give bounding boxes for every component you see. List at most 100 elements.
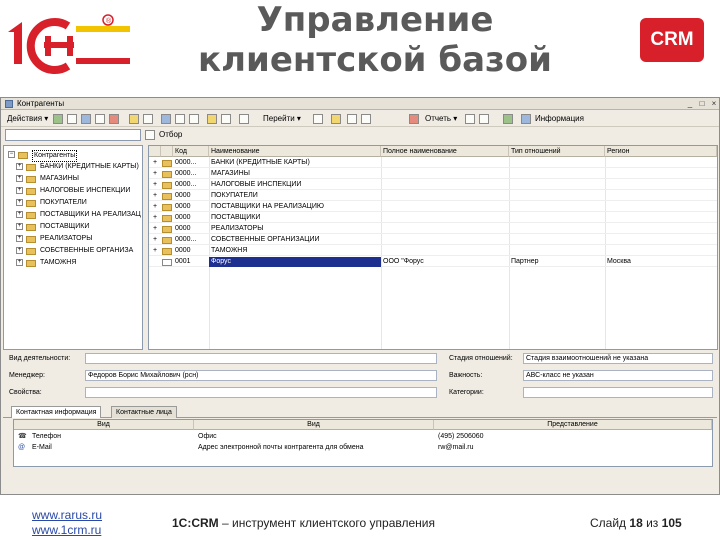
- cell-code[interactable]: 0000: [173, 213, 209, 223]
- grid-header-name[interactable]: Наименование: [209, 146, 381, 157]
- cell-code[interactable]: 0000...: [173, 235, 209, 245]
- cell-fullname[interactable]: [381, 180, 509, 190]
- grid-header-region[interactable]: Регион: [605, 146, 717, 157]
- filter-by-value-icon[interactable]: [175, 114, 185, 124]
- expand-icon[interactable]: +: [151, 158, 161, 168]
- add-group-icon[interactable]: [67, 114, 77, 124]
- table-row[interactable]: +0000... СОБСТВЕННЫЕ ОРГАНИЗАЦИИ: [149, 235, 717, 245]
- expand-icon[interactable]: +: [151, 191, 161, 201]
- cell-code[interactable]: 0000...: [173, 169, 209, 179]
- tree-item[interactable]: + ПОСТАВЩИКИ НА РЕАЛИЗАЦ: [4, 210, 142, 220]
- cell-name[interactable]: НАЛОГОВЫЕ ИНСПЕКЦИИ: [209, 180, 381, 190]
- mail-icon[interactable]: [347, 114, 357, 124]
- expand-icon[interactable]: +: [16, 187, 23, 194]
- tree-item[interactable]: + БАНКИ (КРЕДИТНЫЕ КАРТЫ): [4, 162, 142, 172]
- grid-header-code[interactable]: Код: [173, 146, 209, 157]
- contacts-header-kind[interactable]: Вид: [14, 420, 194, 430]
- cell-fullname[interactable]: [381, 191, 509, 201]
- table-row[interactable]: +0000... БАНКИ (КРЕДИТНЫЕ КАРТЫ): [149, 158, 717, 168]
- cell-code[interactable]: 0000: [173, 191, 209, 201]
- cell-region[interactable]: [605, 202, 717, 212]
- expand-icon[interactable]: +: [151, 202, 161, 212]
- cell-type[interactable]: Партнер: [509, 257, 605, 267]
- footer-link-rarus[interactable]: www.rarus.ru: [32, 508, 102, 522]
- expand-icon[interactable]: +: [151, 224, 161, 234]
- table-row[interactable]: +0000 ПОКУПАТЕЛИ: [149, 191, 717, 201]
- table-row[interactable]: ☎ Телефон Офис (495) 2506060: [14, 432, 712, 442]
- cell-name[interactable]: РЕАЛИЗАТОРЫ: [209, 224, 381, 234]
- contact-cell-type[interactable]: Офис: [196, 432, 432, 442]
- tab-contact-info[interactable]: Контактная информация: [11, 406, 102, 418]
- cell-region[interactable]: [605, 191, 717, 201]
- cell-name[interactable]: ПОСТАВЩИКИ: [209, 213, 381, 223]
- table-row[interactable]: +0000 ПОСТАВЩИКИ: [149, 213, 717, 223]
- filter-button[interactable]: Отбор: [159, 129, 182, 141]
- tree-search-input[interactable]: [5, 129, 141, 141]
- contact-cell-kind[interactable]: Телефон: [30, 432, 190, 442]
- tree-item[interactable]: + ТАМОЖНЯ: [4, 258, 142, 268]
- cell-name[interactable]: ПОКУПАТЕЛИ: [209, 191, 381, 201]
- contacts-header-type[interactable]: Вид: [194, 420, 434, 430]
- manager-field[interactable]: Федоров Борис Михайлович (рсн): [85, 370, 437, 381]
- edit-icon[interactable]: [95, 114, 105, 124]
- cell-fullname[interactable]: [381, 169, 509, 179]
- expand-icon[interactable]: +: [151, 169, 161, 179]
- contact-cell-type[interactable]: Адрес электронной почты контрагента для …: [196, 443, 432, 453]
- expand-icon[interactable]: +: [16, 211, 23, 218]
- filter-icon[interactable]: [161, 114, 171, 124]
- cell-name[interactable]: Форус: [209, 257, 381, 267]
- grid-header-fullname[interactable]: Полное наименование: [381, 146, 509, 157]
- importance-field[interactable]: АВС-класс не указан: [523, 370, 713, 381]
- cell-name[interactable]: ТАМОЖНЯ: [209, 246, 381, 256]
- cell-code[interactable]: 0000: [173, 202, 209, 212]
- expand-icon[interactable]: +: [16, 175, 23, 182]
- delete-icon[interactable]: [109, 114, 119, 124]
- expand-icon[interactable]: +: [16, 199, 23, 206]
- cell-name[interactable]: БАНКИ (КРЕДИТНЫЕ КАРТЫ): [209, 158, 381, 168]
- info-button[interactable]: Информация: [535, 113, 584, 125]
- expand-icon[interactable]: +: [151, 246, 161, 256]
- expand-icon[interactable]: +: [16, 259, 23, 266]
- cell-region[interactable]: [605, 213, 717, 223]
- grid-header-type[interactable]: Тип отношений: [509, 146, 605, 157]
- contact-cell-value[interactable]: (495) 2506060: [436, 432, 706, 442]
- cell-fullname[interactable]: [381, 158, 509, 168]
- expand-icon[interactable]: +: [151, 213, 161, 223]
- tree-item[interactable]: − Контрагенты: [4, 150, 142, 162]
- print-icon[interactable]: [313, 114, 323, 124]
- tree-item[interactable]: + ПОСТАВЩИКИ: [4, 222, 142, 232]
- maximize-icon[interactable]: □: [697, 99, 707, 108]
- refresh-icon[interactable]: [239, 114, 249, 124]
- tree-item[interactable]: + МАГАЗИНЫ: [4, 174, 142, 184]
- cell-type[interactable]: [509, 158, 605, 168]
- history-icon[interactable]: [361, 114, 371, 124]
- cell-code[interactable]: 0000: [173, 246, 209, 256]
- sort-desc-icon[interactable]: [221, 114, 231, 124]
- cell-region[interactable]: [605, 224, 717, 234]
- activity-field[interactable]: [85, 353, 437, 364]
- cell-type[interactable]: [509, 213, 605, 223]
- cell-fullname[interactable]: ООО "Форус: [381, 257, 509, 267]
- table-row[interactable]: 0001 Форус ООО "Форус Партнер Москва: [149, 257, 717, 267]
- search-icon[interactable]: [145, 130, 155, 140]
- expand-icon[interactable]: +: [151, 235, 161, 245]
- cell-region[interactable]: [605, 169, 717, 179]
- expand-icon[interactable]: +: [16, 235, 23, 242]
- cell-name[interactable]: МАГАЗИНЫ: [209, 169, 381, 179]
- expand-icon[interactable]: +: [16, 247, 23, 254]
- table-row[interactable]: +0000 ПОСТАВЩИКИ НА РЕАЛИЗАЦИЮ: [149, 202, 717, 212]
- filter-off-icon[interactable]: [189, 114, 199, 124]
- expand-icon[interactable]: +: [16, 223, 23, 230]
- table-row[interactable]: +0000 РЕАЛИЗАТОРЫ: [149, 224, 717, 234]
- cell-type[interactable]: [509, 202, 605, 212]
- hierarchy-icon[interactable]: [129, 114, 139, 124]
- cell-code[interactable]: 0000: [173, 224, 209, 234]
- tree-item[interactable]: + НАЛОГОВЫЕ ИНСПЕКЦИИ: [4, 186, 142, 196]
- tab-contact-persons[interactable]: Контактные лица: [111, 406, 177, 418]
- expand-icon[interactable]: +: [151, 180, 161, 190]
- cell-region[interactable]: [605, 246, 717, 256]
- calendar-icon[interactable]: [465, 114, 475, 124]
- help-icon[interactable]: [331, 114, 341, 124]
- table-icon[interactable]: [479, 114, 489, 124]
- add-icon[interactable]: [53, 114, 63, 124]
